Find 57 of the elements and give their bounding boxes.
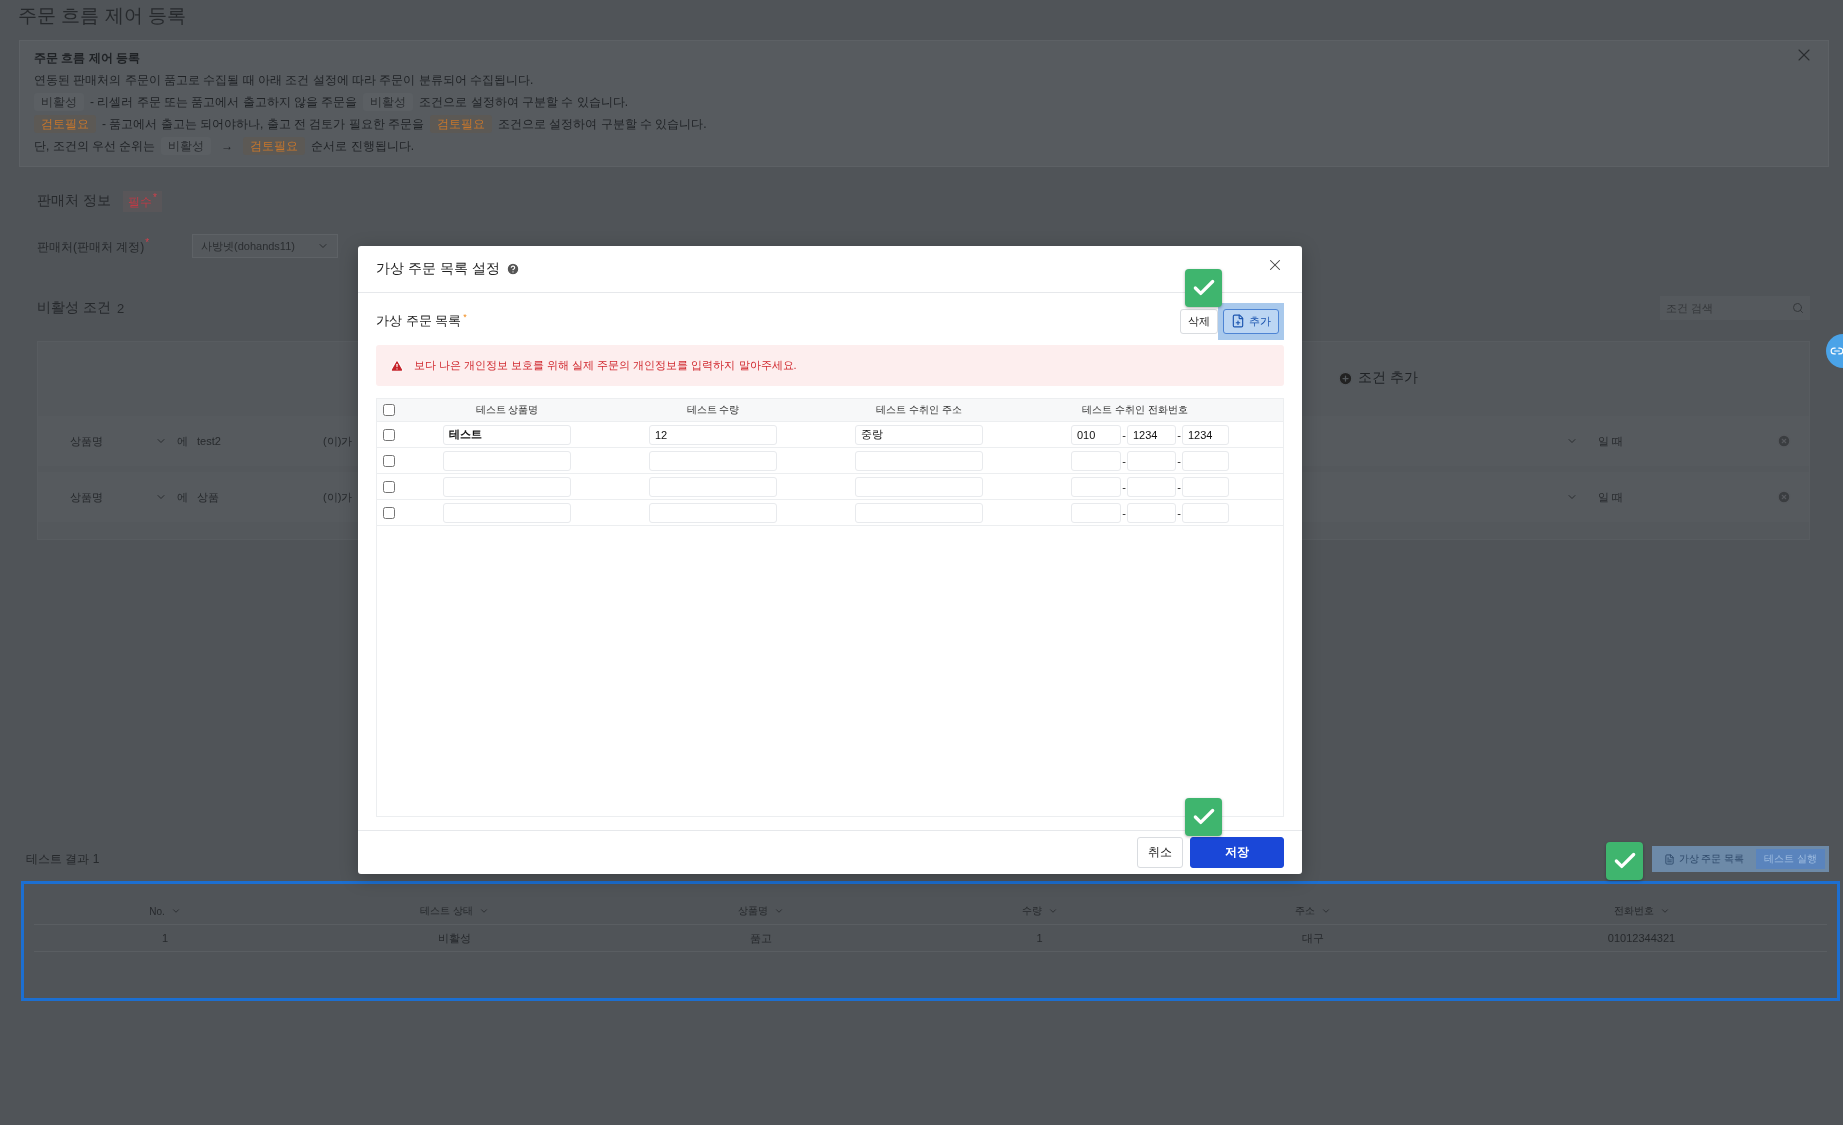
notice-title: 주문 흐름 제어 등록 — [34, 50, 140, 67]
separator-text: - — [1176, 428, 1182, 441]
separator-text: - — [1121, 480, 1127, 493]
arrow-text: → — [220, 138, 235, 155]
cancel-button[interactable]: 취소 — [1137, 837, 1183, 868]
sort-caret-icon — [1321, 906, 1331, 916]
plus-circle-icon — [1338, 370, 1353, 386]
notice-text: - 품고에서 출고는 되어야하나, 출고 전 검토가 필요한 주문을 — [102, 116, 424, 133]
separator-text: - — [1176, 454, 1182, 467]
notice-text: 순서로 진행됩니다. — [311, 138, 414, 155]
separator-text: - — [1121, 454, 1127, 467]
search-icon — [1792, 302, 1804, 314]
sort-caret-icon — [1047, 906, 1058, 916]
document-icon — [1663, 853, 1675, 865]
column-header: 테스트 상품명 — [474, 403, 540, 417]
help-icon[interactable] — [505, 262, 520, 276]
check-badge-icon — [1606, 842, 1643, 880]
select-all-checkbox[interactable] — [383, 404, 395, 416]
sort-caret-icon — [774, 906, 784, 916]
status-tag: 검토필요 — [430, 115, 492, 133]
sort-caret-icon — [478, 906, 489, 916]
sort-caret-icon — [1659, 906, 1670, 916]
column-header: 테스트 수취인 전화번호 — [1081, 403, 1189, 417]
separator-text: - — [1176, 506, 1182, 519]
column-header: 테스트 수취인 주소 — [875, 403, 963, 417]
sort-caret-icon — [170, 906, 181, 916]
status-tag: 검토필요 — [243, 137, 306, 155]
dialog-title: 가상 주문 목록 설정 — [376, 260, 500, 278]
file-plus-icon — [1231, 314, 1245, 328]
row-checkbox[interactable] — [383, 428, 395, 441]
warning-icon — [390, 358, 404, 373]
column-header: 테스트 수량 — [685, 403, 741, 417]
row-checkbox[interactable] — [383, 506, 395, 519]
remove-icon[interactable] — [1777, 490, 1791, 504]
row-checkbox[interactable] — [383, 480, 395, 493]
status-tag: 검토필요 — [34, 115, 96, 133]
required-badge: 필수$^{*}$ — [122, 190, 162, 212]
save-button[interactable]: 저장 — [1190, 837, 1284, 868]
input-field[interactable]: 테스트 — [443, 424, 571, 445]
remove-icon[interactable] — [1777, 434, 1791, 448]
input-field[interactable]: 중랑 — [855, 424, 983, 445]
add-button[interactable]: 추가 — [1223, 308, 1279, 334]
run-test-button[interactable]: 테스트 실행 — [1756, 849, 1825, 869]
delete-button[interactable]: 삭제 — [1180, 308, 1218, 334]
input-field[interactable]: 1234 — [1182, 424, 1229, 445]
input-field[interactable]: 12 — [649, 424, 777, 445]
check-badge-icon — [1185, 798, 1222, 836]
separator-text: - — [1176, 480, 1182, 493]
input-field[interactable]: 1234 — [1127, 424, 1176, 445]
row-checkbox[interactable] — [383, 454, 395, 467]
alert-text: 보다 나은 개인정보 보호를 위해 실제 주문의 개인정보를 입력하지 말아주세요. — [414, 358, 797, 373]
separator-text: - — [1121, 428, 1127, 441]
input-field[interactable]: 010 — [1071, 424, 1121, 445]
check-badge-icon — [1185, 269, 1222, 307]
link-icon — [1830, 344, 1843, 358]
section-title: 가상 주문 목록$^{*}$ — [376, 311, 467, 331]
separator-text: - — [1121, 506, 1127, 519]
